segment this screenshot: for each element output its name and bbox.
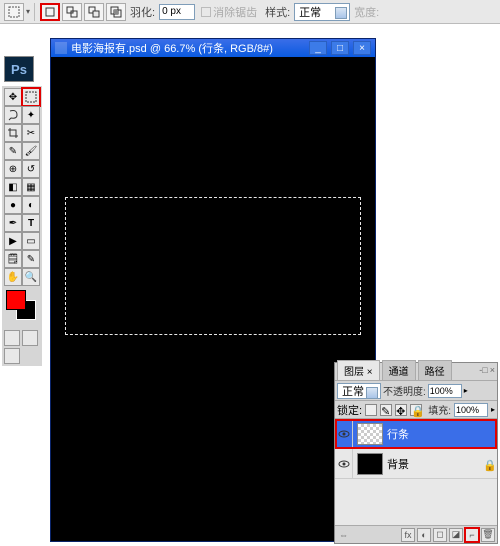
lock-all-icon[interactable]: 🔒 [410, 404, 422, 416]
lock-label: 锁定: [337, 402, 362, 418]
layer-thumbnail[interactable] [357, 453, 383, 475]
dropdown-arrow-icon[interactable]: ▾ [26, 7, 30, 16]
screen-mode-button[interactable] [4, 348, 20, 364]
tab-layers[interactable]: 图层 × [337, 360, 380, 380]
style-label: 样式: [265, 4, 290, 20]
fill-arrow-icon[interactable]: ▸ [491, 405, 495, 414]
shape-tool[interactable]: ▭ [22, 232, 40, 250]
stamp-tool[interactable]: ⊕ [4, 160, 22, 178]
opacity-label: 不透明度: [383, 383, 426, 398]
visibility-toggle[interactable] [335, 419, 353, 448]
type-tool[interactable]: T [22, 214, 40, 232]
new-layer-button[interactable]: ⌐ [465, 528, 479, 542]
lock-icon: 🔒 [483, 459, 493, 469]
path-select-tool[interactable]: ▶ [4, 232, 22, 250]
marquee-tool-preview[interactable] [4, 3, 24, 21]
hand-tool[interactable]: ✋ [4, 268, 22, 286]
minimize-button[interactable]: _ [309, 41, 327, 55]
fill-label: 填充: [428, 402, 451, 417]
feather-input[interactable] [159, 4, 195, 20]
right-blank-area [376, 56, 500, 362]
layer-lock-row: 锁定: ✎ ✥ 🔒 填充: 100% ▸ [335, 401, 497, 419]
selection-intersect-button[interactable] [106, 3, 126, 21]
tab-channels[interactable]: 通道 [382, 360, 416, 380]
opacity-arrow-icon[interactable]: ▸ [464, 386, 468, 395]
lock-pixels-icon[interactable]: ✎ [380, 404, 392, 416]
marquee-options-bar: ▾ 羽化: 消除锯齿 样式: 正常 宽度: [0, 0, 500, 24]
app-logo: Ps [4, 56, 34, 82]
move-tool[interactable]: ✥ [4, 88, 22, 106]
style-select[interactable]: 正常 [294, 3, 350, 21]
lock-transparency-icon[interactable] [365, 404, 377, 416]
lasso-tool[interactable] [4, 106, 22, 124]
selection-add-button[interactable] [62, 3, 82, 21]
crop-tool[interactable] [4, 124, 22, 142]
toolbox: ✥ ✦ ✂ ✎🖌 ⊕↺ ◧▦ ●◐ ✒T ▶▭ 🗒✎ ✋🔍 [2, 86, 42, 366]
slice-tool[interactable]: ✂ [22, 124, 40, 142]
blur-tool[interactable]: ● [4, 196, 22, 214]
selection-new-button[interactable] [40, 3, 60, 21]
document-titlebar[interactable]: 电影海报有.psd @ 66.7% (行条, RGB/8#) _ □ × [51, 39, 375, 57]
foreground-color[interactable] [6, 290, 26, 310]
marquee-tool[interactable] [22, 88, 40, 106]
magic-wand-tool[interactable]: ✦ [22, 106, 40, 124]
maximize-button[interactable]: □ [331, 41, 349, 55]
zoom-tool[interactable]: 🔍 [22, 268, 40, 286]
link-layers-button[interactable]: ⇔ [339, 530, 348, 540]
layer-name[interactable]: 行条 [387, 426, 409, 442]
heal-tool[interactable]: ✎ [4, 142, 22, 160]
panel-menu-icon[interactable]: -□ [479, 365, 487, 375]
visibility-toggle[interactable] [335, 449, 353, 478]
eraser-tool[interactable]: ◧ [4, 178, 22, 196]
document-window: 电影海报有.psd @ 66.7% (行条, RGB/8#) _ □ × [50, 38, 376, 542]
selection-subtract-button[interactable] [84, 3, 104, 21]
layer-blend-row: 正常 不透明度: 100% ▸ [335, 381, 497, 401]
layer-row[interactable]: 行条 [335, 419, 497, 449]
layer-row[interactable]: 背景 🔒 [335, 449, 497, 479]
standard-mode-button[interactable] [4, 330, 20, 346]
eyedropper-tool[interactable]: ✎ [22, 250, 40, 268]
document-canvas[interactable] [51, 57, 375, 541]
brush-tool[interactable]: 🖌 [22, 142, 40, 160]
dodge-tool[interactable]: ◐ [22, 196, 40, 214]
layers-list: 行条 背景 🔒 [335, 419, 497, 525]
layers-footer: ⇔ fx ◐ ◻ ◪ ⌐ 🗑 [335, 525, 497, 543]
width-label: 宽度: [354, 4, 379, 20]
delete-layer-button[interactable]: 🗑 [481, 528, 495, 542]
feather-label: 羽化: [130, 4, 155, 20]
layer-name[interactable]: 背景 [387, 456, 409, 472]
pen-tool[interactable]: ✒ [4, 214, 22, 232]
quickmask-mode-button[interactable] [22, 330, 38, 346]
antialias-checkbox: 消除锯齿 [201, 4, 257, 20]
layer-thumbnail[interactable] [357, 423, 383, 445]
document-title: 电影海报有.psd @ 66.7% (行条, RGB/8#) [71, 40, 305, 56]
gradient-tool[interactable]: ▦ [22, 178, 40, 196]
close-button[interactable]: × [353, 41, 371, 55]
lock-position-icon[interactable]: ✥ [395, 404, 407, 416]
document-icon [55, 42, 67, 54]
layers-panel: 图层 × 通道 路径 -□× 正常 不透明度: 100% ▸ 锁定: ✎ ✥ 🔒… [334, 362, 498, 544]
blend-mode-select[interactable]: 正常 [337, 383, 381, 399]
panel-close-icon[interactable]: × [490, 365, 495, 375]
layer-fx-button[interactable]: fx [401, 528, 415, 542]
tab-paths[interactable]: 路径 [418, 360, 452, 380]
history-brush-tool[interactable]: ↺ [22, 160, 40, 178]
separator [34, 3, 36, 21]
color-swatches[interactable] [4, 288, 40, 326]
layer-group-button[interactable]: ◪ [449, 528, 463, 542]
adjustment-layer-button[interactable]: ◻ [433, 528, 447, 542]
opacity-value[interactable]: 100% [428, 384, 462, 398]
layer-mask-button[interactable]: ◐ [417, 528, 431, 542]
fill-value[interactable]: 100% [454, 403, 488, 417]
selection-marquee [65, 197, 361, 335]
notes-tool[interactable]: 🗒 [4, 250, 22, 268]
panel-tabs: 图层 × 通道 路径 -□× [335, 363, 497, 381]
